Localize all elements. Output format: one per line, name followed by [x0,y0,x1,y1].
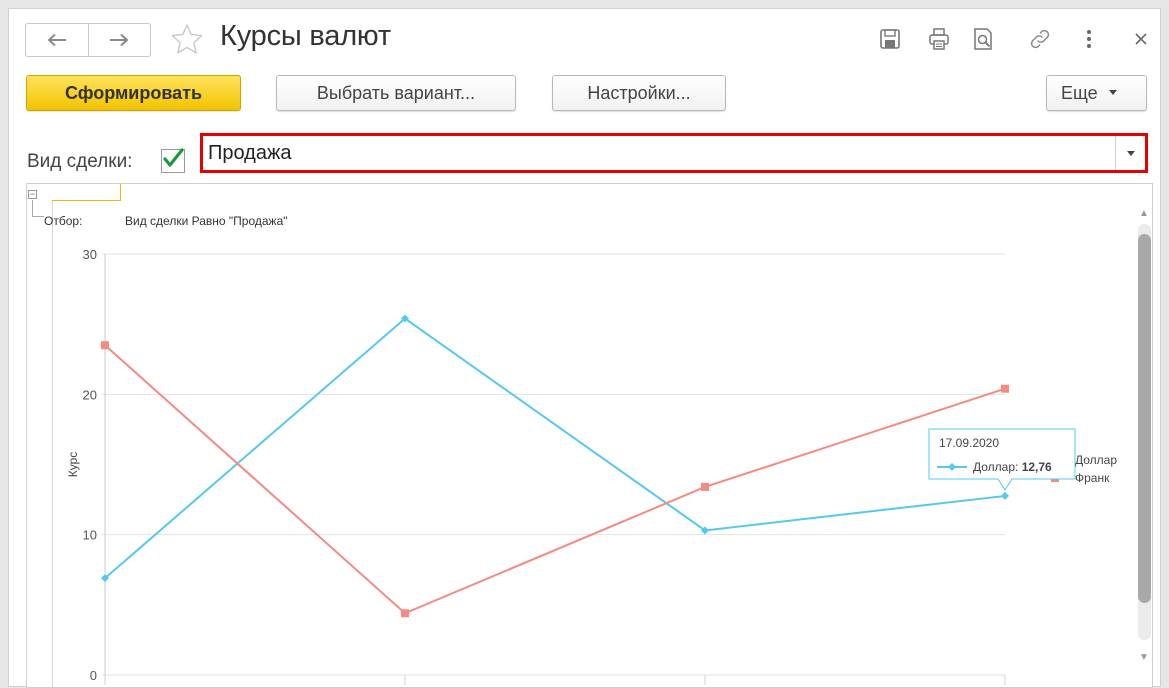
tooltip-value: 12,76 [1022,460,1052,474]
data-point-franc [1001,384,1009,393]
link-icon[interactable] [1028,27,1052,51]
data-point-franc [101,341,109,350]
forward-arrow-icon [110,33,129,47]
series-line-dollar [104,317,1006,579]
more-menu-label: Еще [1061,82,1098,103]
data-point-franc [701,482,709,491]
chevron-down-icon [1126,150,1135,156]
deal-type-checkbox[interactable] [161,148,185,173]
more-menu-button[interactable]: Еще [1046,75,1147,111]
data-point-franc [401,609,409,618]
back-arrow-icon [47,33,66,47]
back-button[interactable] [26,24,88,56]
navigation-buttons [25,23,151,57]
tooltip-series-name: Доллар: [973,460,1022,474]
report-window: Курсы валют Сформировать Выбрать вариант… [8,8,1161,688]
generate-button[interactable]: Сформировать [26,75,241,111]
tooltip-date: 17.09.2020 [939,436,999,450]
y-axis-label: Курс [66,452,80,478]
deal-type-dropdown-button[interactable] [1115,136,1145,170]
legend-label: Доллар [1075,453,1117,467]
deal-type-value: Продажа [208,142,292,164]
deal-type-label: Вид сделки: [27,151,133,172]
line-chart: 0 10 20 30 Курс Доллар Франк 17.09.2020 Доллар: … [66,247,1117,685]
deal-type-combobox[interactable]: Продажа [200,133,1148,173]
chevron-down-icon [1108,90,1117,95]
scroll-down-arrow[interactable]: ▼ [1138,652,1150,663]
star-icon[interactable] [169,22,205,58]
preview-icon[interactable] [971,27,995,51]
report-area: − Отбор: Вид сделки Равно "Продажа" 0 10 2… [26,183,1153,688]
y-tick-label: 20 [83,387,97,402]
y-tick-label: 10 [83,528,97,543]
y-tick-label: 0 [90,668,97,683]
page-title: Курсы валют [220,20,391,52]
data-point-dollar [1001,491,1009,500]
choose-variant-button[interactable]: Выбрать вариант... [276,75,516,111]
y-tick-label: 30 [83,247,97,262]
save-icon[interactable] [878,27,902,51]
checkmark-icon [163,148,184,167]
close-icon[interactable] [1129,27,1153,51]
series-line-franc [104,344,1006,615]
settings-button[interactable]: Настройки... [552,75,726,111]
tooltip-label: Доллар: 12,76 [973,460,1052,474]
more-vertical-icon[interactable] [1077,27,1101,51]
scroll-up-arrow[interactable]: ▲ [1138,208,1150,219]
legend-label: Франк [1075,471,1110,485]
vertical-scrollbar-thumb[interactable] [1138,234,1151,603]
print-icon[interactable] [927,27,951,51]
forward-button[interactable] [87,24,151,56]
